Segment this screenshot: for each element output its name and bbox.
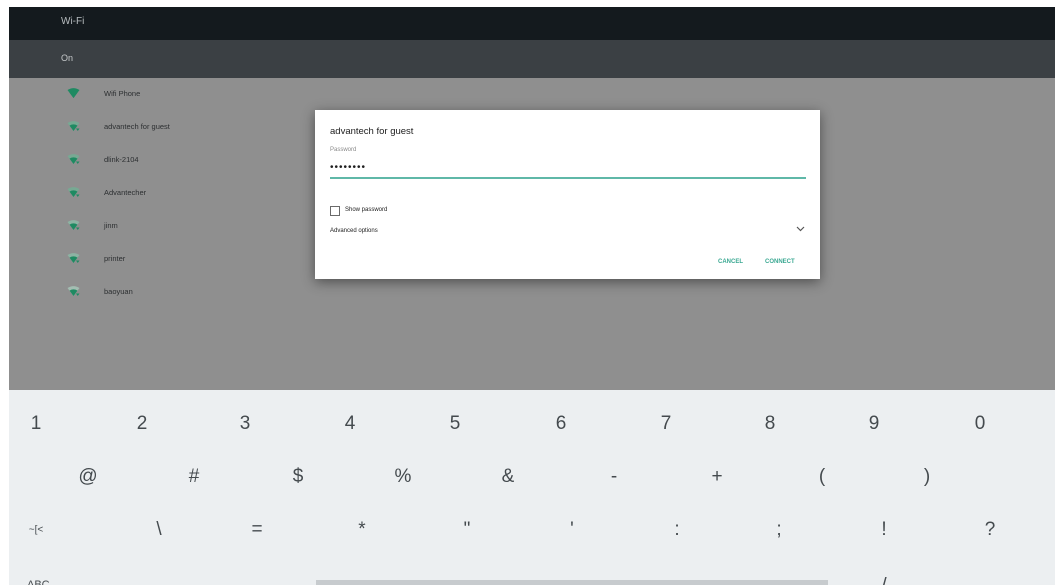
key-1-10[interactable]: 0 xyxy=(975,413,986,435)
key-1-9[interactable]: 9 xyxy=(869,413,880,435)
on-screen-keyboard: 1 2 3 4 5 6 7 8 9 0 @ # $% & - + () ~[< \ = * " ':;!? ABC / xyxy=(9,390,1055,585)
key-2-8[interactable]: ( xyxy=(819,466,825,488)
network-name: dlink-2104 xyxy=(104,155,139,164)
key-3-5[interactable]: " xyxy=(464,519,471,541)
key-2-4[interactable]: % xyxy=(395,466,412,488)
network-item[interactable]: baoyuan xyxy=(9,276,1055,309)
slash-key[interactable]: / xyxy=(881,575,886,585)
key-1-1[interactable]: 1 xyxy=(31,413,42,435)
advanced-options-toggle[interactable]: Advanced options xyxy=(330,228,378,234)
key-3-4[interactable]: * xyxy=(358,519,365,541)
network-name: advantech for guest xyxy=(104,122,170,131)
network-name: printer xyxy=(104,254,126,263)
show-password-checkbox[interactable] xyxy=(330,206,340,216)
wifi-signal-icon xyxy=(67,121,80,131)
network-name: baoyuan xyxy=(104,287,133,296)
wifi-signal-icon xyxy=(67,253,80,263)
connect-dialog: advantech for guest Password •••••••• Sh… xyxy=(315,110,820,279)
key-1-3[interactable]: 3 xyxy=(240,413,251,435)
wifi-toggle-row[interactable]: On xyxy=(9,40,1055,78)
key-1-4[interactable]: 4 xyxy=(345,413,356,435)
abc-mode-key[interactable]: ABC xyxy=(27,579,50,585)
key-2-5[interactable]: & xyxy=(502,466,515,488)
network-name: jinm xyxy=(104,221,118,230)
key-3-3[interactable]: = xyxy=(251,519,262,541)
wifi-signal-icon xyxy=(67,286,80,296)
app-header: Wi-Fi xyxy=(9,7,1055,40)
connect-button[interactable]: CONNECT xyxy=(765,259,795,265)
space-key[interactable] xyxy=(316,580,828,585)
wifi-signal-icon xyxy=(67,154,80,164)
show-password-label[interactable]: Show password xyxy=(345,207,387,213)
key-3-8[interactable]: ; xyxy=(776,519,781,541)
password-underline xyxy=(330,177,806,179)
key-2-3[interactable]: $ xyxy=(293,466,304,488)
key-3-6[interactable]: ' xyxy=(570,519,574,541)
key-1-6[interactable]: 6 xyxy=(556,413,567,435)
key-1-5[interactable]: 5 xyxy=(450,413,461,435)
wifi-signal-icon xyxy=(67,88,80,98)
key-3-9[interactable]: ! xyxy=(881,519,886,541)
key-2-6[interactable]: - xyxy=(611,466,617,488)
key-3-7[interactable]: : xyxy=(674,519,679,541)
key-3-2[interactable]: \ xyxy=(156,519,161,541)
key-1-2[interactable]: 2 xyxy=(137,413,148,435)
key-3-10[interactable]: ? xyxy=(985,519,996,541)
key-2-9[interactable]: ) xyxy=(924,466,930,488)
wifi-settings-screen: Wi-Fi On Wifi Phone advantech for guest dl… xyxy=(9,7,1055,585)
key-3-1[interactable]: ~[< xyxy=(29,525,43,536)
wifi-signal-icon xyxy=(67,220,80,230)
key-2-7[interactable]: + xyxy=(711,466,722,488)
network-name: Wifi Phone xyxy=(104,89,141,98)
dialog-title: advantech for guest xyxy=(330,126,414,137)
key-1-7[interactable]: 7 xyxy=(661,413,672,435)
cancel-button[interactable]: CANCEL xyxy=(718,259,743,265)
password-input[interactable]: •••••••• xyxy=(330,162,366,173)
network-name: Advantecher xyxy=(104,188,147,197)
wifi-signal-icon xyxy=(67,187,80,197)
password-label: Password xyxy=(330,147,357,153)
key-2-2[interactable]: # xyxy=(189,466,200,488)
chevron-down-icon[interactable] xyxy=(796,226,805,232)
network-item[interactable]: Wifi Phone xyxy=(9,78,1055,111)
key-2-1[interactable]: @ xyxy=(78,466,97,488)
wifi-toggle-label: On xyxy=(61,53,74,63)
key-1-8[interactable]: 8 xyxy=(765,413,776,435)
page-title: Wi-Fi xyxy=(61,16,85,27)
